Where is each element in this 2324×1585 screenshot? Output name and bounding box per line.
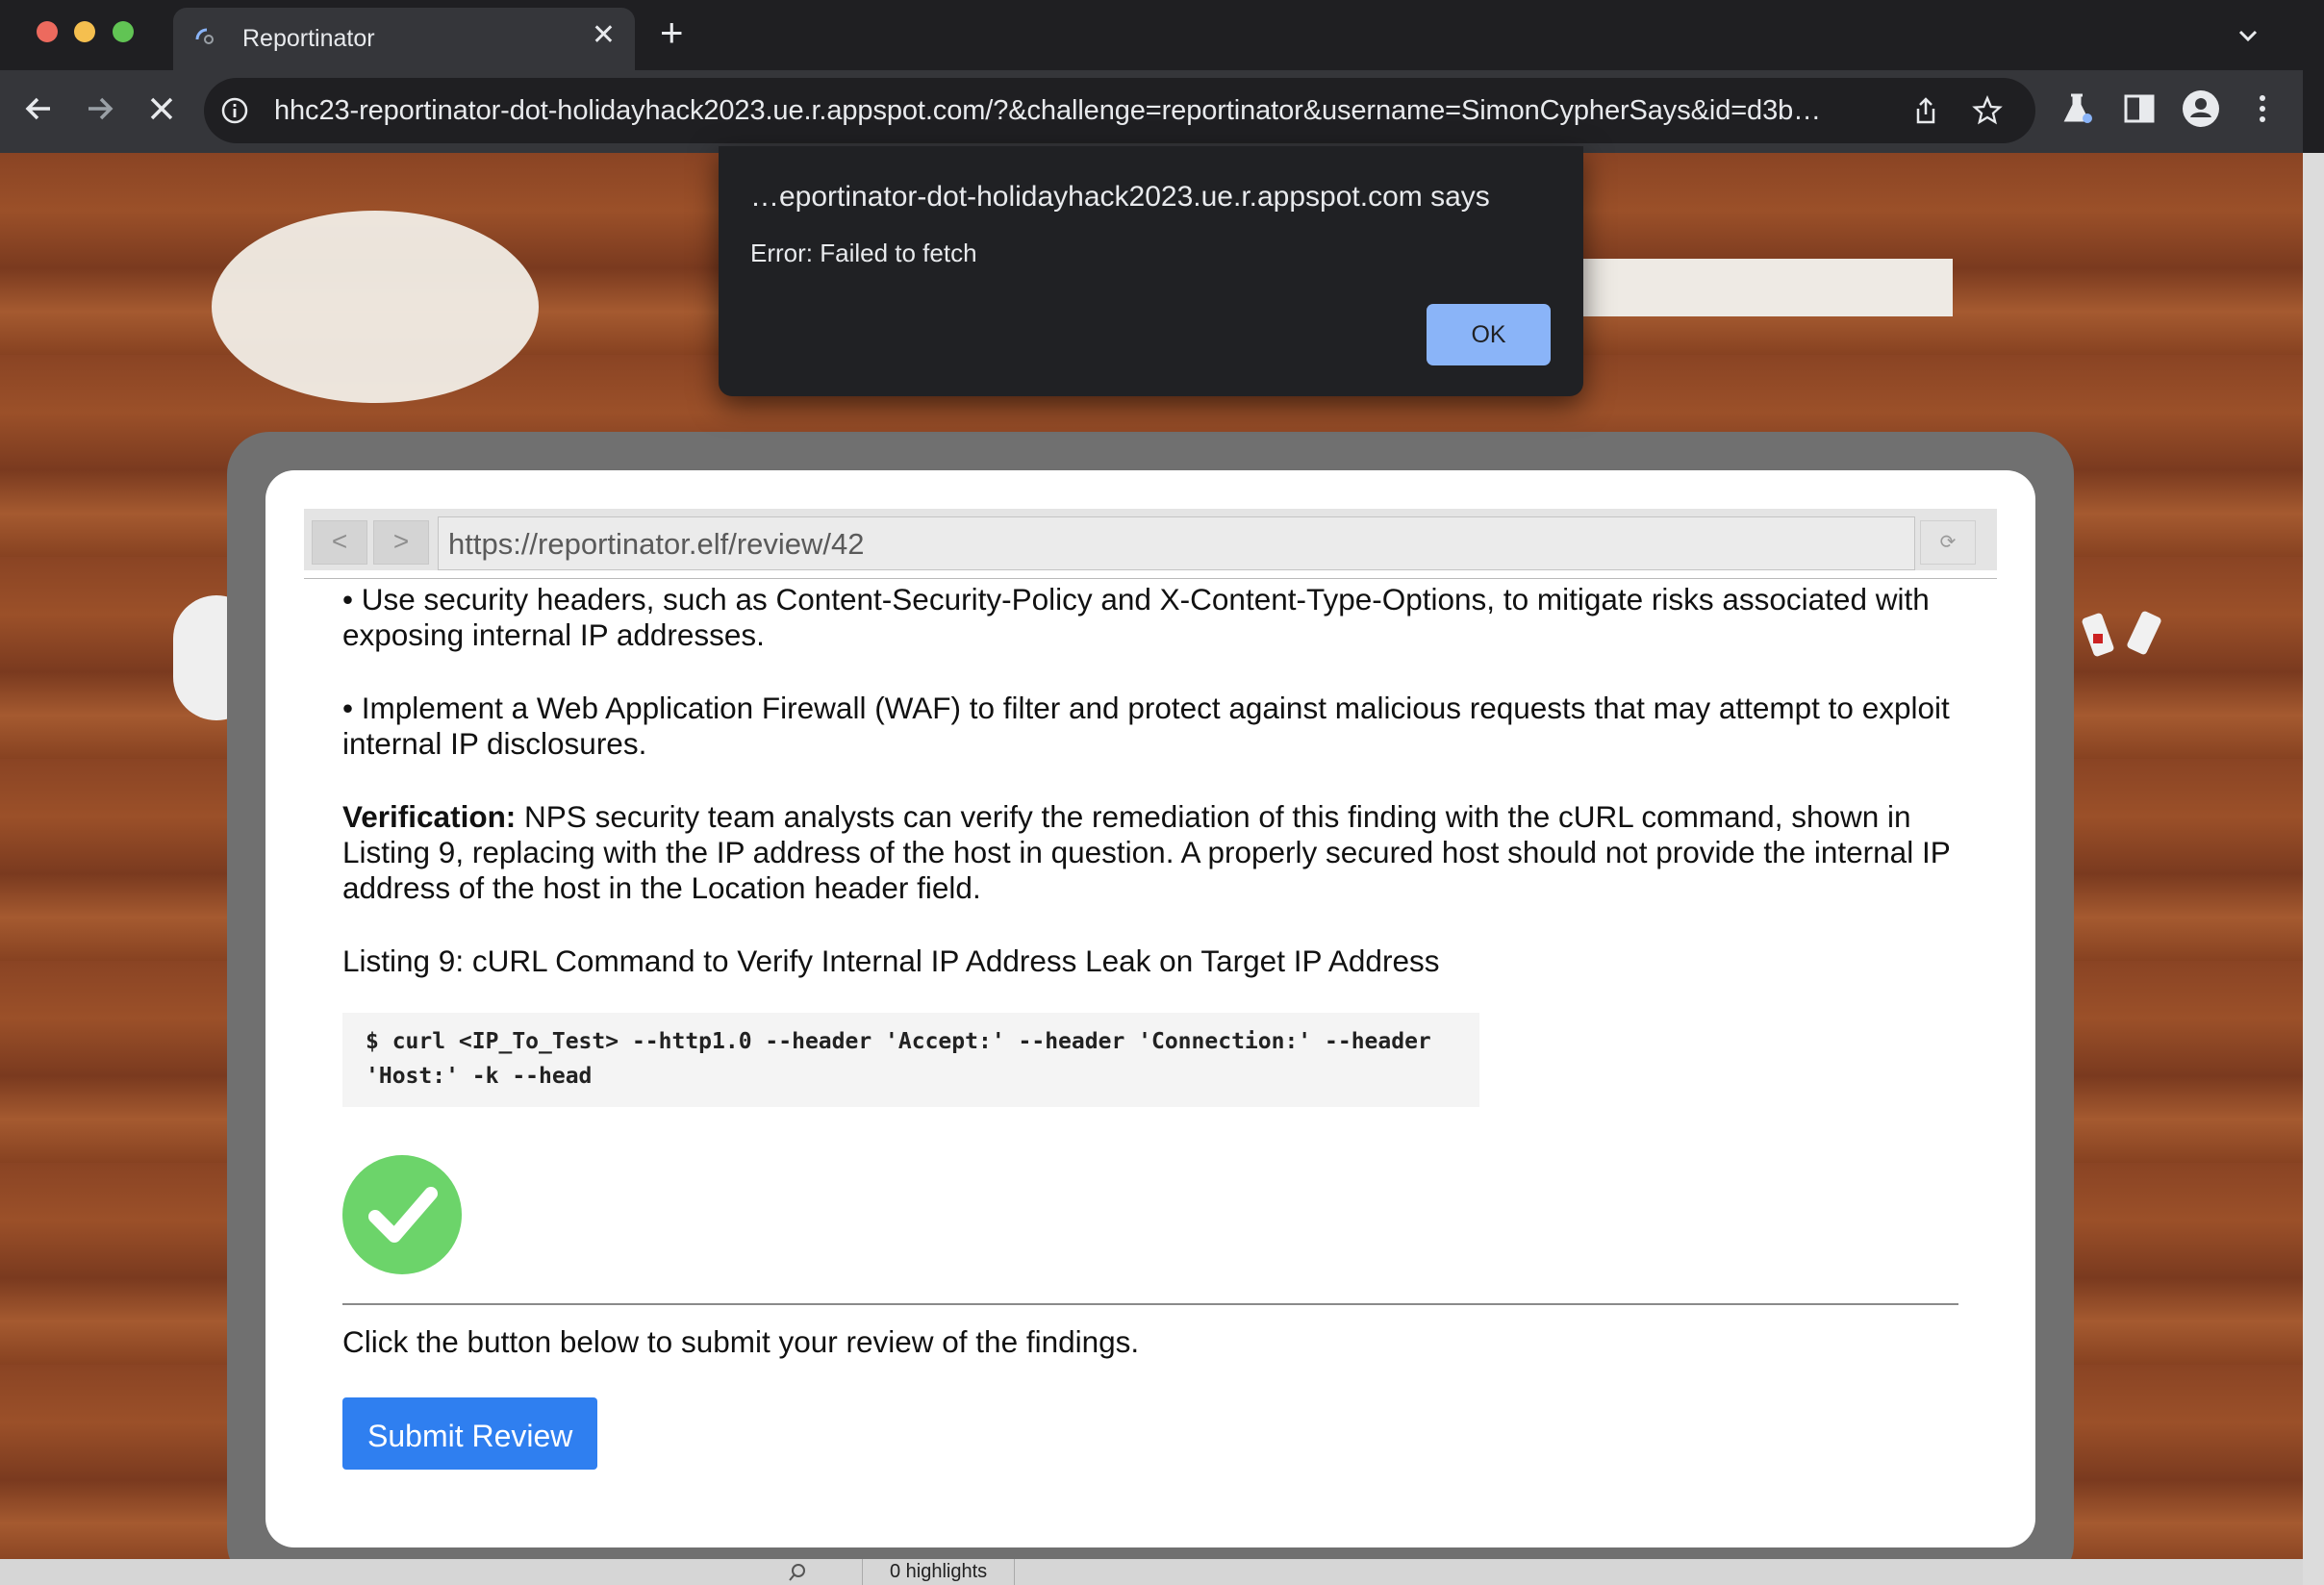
code-block: $ curl <IP_To_Test> --http1.0 --header '… bbox=[342, 1013, 1479, 1107]
dialog-message: Error: Failed to fetch bbox=[750, 239, 977, 267]
bullet-security-headers: • Use security headers, such as Content-… bbox=[342, 582, 1930, 652]
alert-dialog: …eportinator-dot-holidayhack2023.ue.r.ap… bbox=[719, 146, 1583, 396]
maximize-window-button[interactable] bbox=[113, 21, 134, 42]
tab-close-icon[interactable]: ✕ bbox=[592, 21, 616, 50]
active-tab[interactable]: Reportinator ✕ bbox=[173, 8, 635, 70]
listing-caption: Listing 9: cURL Command to Verify Intern… bbox=[342, 943, 1440, 978]
url-text: hhc23-reportinator-dot-holidayhack2023.u… bbox=[274, 95, 1822, 126]
divider bbox=[342, 1303, 1958, 1305]
divider bbox=[304, 578, 1997, 579]
mock-forward-button[interactable]: > bbox=[373, 520, 429, 565]
status-bar: 0 highlights bbox=[0, 1559, 2303, 1585]
tablet-screen: < > https://reportinator.elf/review/42 ⟳… bbox=[265, 470, 2035, 1547]
profile-icon[interactable] bbox=[2180, 88, 2222, 130]
code-line: $ curl <IP_To_Test> --http1.0 --header '… bbox=[366, 1029, 1431, 1054]
mock-browser-bar: < > https://reportinator.elf/review/42 ⟳ bbox=[304, 509, 1997, 570]
minimize-window-button[interactable] bbox=[74, 21, 95, 42]
window-edge bbox=[2303, 153, 2324, 1585]
verification-text: NPS security team analysts can verify th… bbox=[342, 799, 1951, 905]
dialog-title: …eportinator-dot-holidayhack2023.ue.r.ap… bbox=[750, 181, 1490, 213]
new-tab-button[interactable]: + bbox=[660, 13, 684, 53]
search-icon[interactable] bbox=[787, 1562, 808, 1583]
desk-items-decoration bbox=[2082, 611, 2161, 657]
tablet-frame: < > https://reportinator.elf/review/42 ⟳… bbox=[227, 432, 2074, 1559]
ok-button[interactable]: OK bbox=[1427, 304, 1551, 365]
star-icon[interactable] bbox=[1972, 95, 2003, 126]
bullet-waf: • Implement a Web Application Firewall (… bbox=[342, 691, 1950, 761]
submit-prompt: Click the button below to submit your re… bbox=[342, 1324, 1140, 1359]
report-content: • Use security headers, such as Content-… bbox=[342, 582, 1978, 1470]
chevron-down-icon[interactable] bbox=[2234, 21, 2262, 50]
mock-back-button[interactable]: < bbox=[312, 520, 367, 565]
sidepanel-icon[interactable] bbox=[2118, 88, 2160, 130]
verification-paragraph: Verification: NPS security team analysts… bbox=[342, 799, 1978, 906]
browser-toolbar: hhc23-reportinator-dot-holidayhack2023.u… bbox=[0, 70, 2303, 153]
coffee-cup-decoration bbox=[212, 211, 539, 403]
stop-icon[interactable] bbox=[140, 88, 183, 130]
checkmark-icon[interactable] bbox=[342, 1155, 462, 1274]
paper-decoration bbox=[1520, 259, 1953, 316]
submit-review-button[interactable]: Submit Review bbox=[342, 1397, 598, 1470]
info-icon[interactable] bbox=[219, 95, 250, 126]
highlights-count: 0 highlights bbox=[862, 1559, 1016, 1585]
tab-title: Reportinator bbox=[242, 25, 375, 52]
loading-favicon-icon bbox=[195, 28, 214, 44]
tab-bar: Reportinator ✕ + bbox=[0, 0, 2303, 70]
mock-reload-icon[interactable]: ⟳ bbox=[1920, 520, 1976, 565]
address-bar[interactable]: hhc23-reportinator-dot-holidayhack2023.u… bbox=[204, 78, 2035, 143]
close-window-button[interactable] bbox=[37, 21, 58, 42]
forward-icon[interactable] bbox=[79, 88, 121, 130]
menu-icon[interactable] bbox=[2241, 88, 2284, 130]
back-icon[interactable] bbox=[17, 88, 60, 130]
share-icon[interactable] bbox=[1910, 95, 1941, 126]
code-line: 'Host:' -k --head bbox=[366, 1064, 593, 1089]
mock-url-field[interactable]: https://reportinator.elf/review/42 bbox=[438, 516, 1915, 570]
verification-label: Verification: bbox=[342, 799, 517, 834]
labs-icon[interactable] bbox=[2057, 88, 2099, 130]
